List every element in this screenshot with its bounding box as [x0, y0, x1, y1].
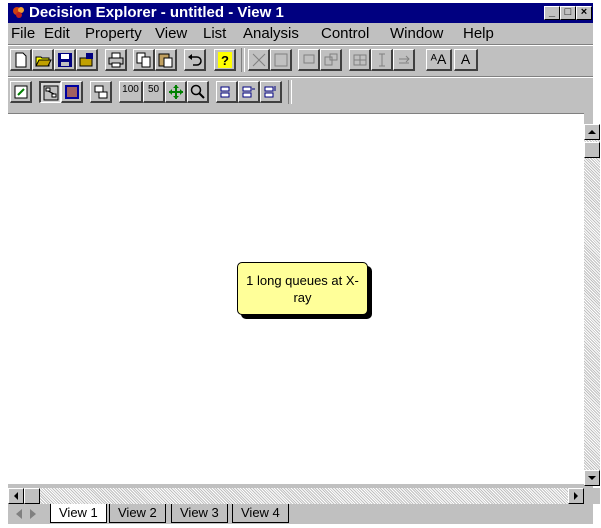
- menu-analysis[interactable]: Analysis: [243, 25, 299, 42]
- menu-edit[interactable]: Edit: [44, 25, 70, 42]
- pan-button[interactable]: [165, 81, 187, 103]
- magnifier-icon: [190, 84, 205, 99]
- refresh-view-button[interactable]: [10, 81, 32, 103]
- tab-prev-icon[interactable]: [12, 506, 26, 522]
- tab-view-3[interactable]: View 3: [171, 504, 228, 523]
- new-document-icon: [15, 52, 27, 68]
- horizontal-scroll-thumb[interactable]: [24, 488, 40, 504]
- set-style-button[interactable]: [298, 49, 320, 71]
- copy-button[interactable]: [133, 49, 155, 71]
- zoom-100-button[interactable]: 100: [119, 81, 143, 103]
- vertical-scroll-thumb[interactable]: [584, 142, 600, 158]
- title-bar[interactable]: Decision Explorer - untitled - View 1 _ …: [8, 3, 593, 23]
- save-button[interactable]: [54, 49, 76, 71]
- menu-list[interactable]: List: [203, 25, 226, 42]
- map-canvas[interactable]: 1 long queues at X-ray: [8, 113, 584, 484]
- view-toolbar: 100 50: [8, 76, 593, 107]
- menu-bar: File Edit Property View List Analysis Co…: [8, 24, 593, 43]
- link-concepts-button[interactable]: [248, 49, 270, 71]
- scroll-down-button[interactable]: [584, 470, 600, 486]
- arrow-down-icon: [588, 476, 596, 480]
- font-smaller-button[interactable]: A: [454, 49, 478, 71]
- tab-view-4[interactable]: View 4: [232, 504, 289, 523]
- map-style-button[interactable]: [270, 49, 292, 71]
- open-button[interactable]: [32, 49, 54, 71]
- menu-view[interactable]: View: [155, 25, 187, 42]
- open-folder-icon: [35, 56, 52, 67]
- map-view-icon: [43, 85, 59, 101]
- layout-right-button[interactable]: [260, 81, 282, 103]
- pan-arrows-icon: [169, 85, 183, 99]
- toolbar-separator: [288, 80, 292, 104]
- arrow-up-icon: [588, 130, 596, 134]
- overview-icon: [94, 85, 108, 99]
- paste-button[interactable]: [155, 49, 177, 71]
- move-button[interactable]: [393, 49, 415, 71]
- floppy-disk-icon: [58, 53, 72, 67]
- pattern-view-button[interactable]: [61, 81, 83, 103]
- question-mark-icon: ?: [218, 52, 232, 68]
- layout-right-icon: [264, 86, 276, 98]
- text-cursor-button[interactable]: [371, 49, 393, 71]
- menu-property[interactable]: Property: [85, 25, 142, 42]
- undo-button[interactable]: [184, 49, 206, 71]
- main-toolbar: ? ᴬA A: [8, 44, 593, 75]
- vertical-scrollbar[interactable]: [584, 124, 600, 486]
- arrange-icon: [324, 53, 338, 66]
- maximize-button[interactable]: □: [560, 6, 576, 20]
- clipboard-icon: [158, 53, 173, 68]
- toolbar-separator: [241, 48, 245, 72]
- scroll-corner: [584, 488, 600, 504]
- svg-text:?: ?: [221, 53, 229, 68]
- minimize-button[interactable]: _: [544, 6, 560, 20]
- map-view-button[interactable]: [39, 81, 61, 103]
- scroll-right-button[interactable]: [568, 488, 584, 504]
- layout-center-icon: [242, 86, 255, 98]
- text-cursor-icon: [379, 53, 385, 67]
- layout-left-icon: [220, 86, 230, 98]
- menu-window[interactable]: Window: [390, 25, 443, 42]
- arrow-left-icon: [14, 492, 18, 500]
- concept-node[interactable]: 1 long queues at X-ray: [237, 262, 368, 315]
- close-button[interactable]: ×: [576, 6, 592, 20]
- new-button[interactable]: [10, 49, 32, 71]
- arrow-right-icon: [574, 492, 578, 500]
- menu-control[interactable]: Control: [321, 25, 369, 42]
- save-as-button[interactable]: [76, 49, 98, 71]
- copy-icon: [136, 52, 151, 68]
- view-refresh-icon: [14, 85, 28, 99]
- menu-help[interactable]: Help: [463, 25, 494, 42]
- font-larger-button[interactable]: ᴬA: [426, 49, 452, 71]
- zoom-button[interactable]: [187, 81, 209, 103]
- link-icon: [252, 53, 266, 67]
- zoom-50-button[interactable]: 50: [143, 81, 165, 103]
- app-logo-icon: [13, 7, 24, 18]
- undo-arrow-icon: [188, 54, 202, 66]
- printer-icon: [108, 52, 124, 68]
- move-arrows-icon: [399, 55, 410, 64]
- scroll-up-button[interactable]: [584, 124, 600, 140]
- layout-center-button[interactable]: [238, 81, 260, 103]
- menu-file[interactable]: File: [11, 25, 35, 42]
- frame-icon: [303, 54, 315, 64]
- help-button[interactable]: ?: [214, 49, 236, 71]
- app-window: Decision Explorer - untitled - View 1 _ …: [8, 3, 600, 524]
- horizontal-scrollbar[interactable]: [8, 488, 584, 504]
- print-button[interactable]: [105, 49, 127, 71]
- overview-button[interactable]: [90, 81, 112, 103]
- grid-button[interactable]: [349, 49, 371, 71]
- arrange-button[interactable]: [320, 49, 342, 71]
- view-tabs-bar: View 1 View 2 View 3 View 4: [8, 504, 593, 524]
- tab-next-icon[interactable]: [26, 506, 40, 522]
- grid-icon: [353, 54, 367, 66]
- window-title: Decision Explorer - untitled - View 1: [29, 4, 284, 21]
- layout-left-button[interactable]: [216, 81, 238, 103]
- tab-view-2[interactable]: View 2: [109, 504, 166, 523]
- save-folder-icon: [79, 53, 93, 67]
- map-layout-icon: [274, 53, 288, 67]
- tab-view-1[interactable]: View 1: [50, 504, 107, 523]
- pattern-icon: [65, 85, 79, 99]
- scroll-left-button[interactable]: [8, 488, 24, 504]
